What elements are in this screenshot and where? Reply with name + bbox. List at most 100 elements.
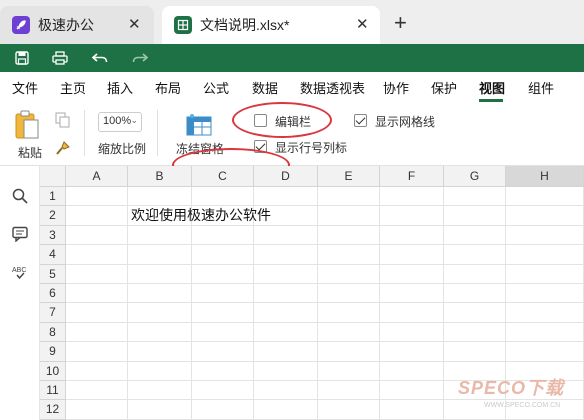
- row-header-1[interactable]: 1: [40, 187, 66, 207]
- paste-icon[interactable]: [14, 110, 40, 140]
- comment-icon[interactable]: [10, 224, 30, 244]
- row-header-11[interactable]: 11: [40, 381, 66, 401]
- cell-d8[interactable]: [254, 322, 318, 343]
- cell-d6[interactable]: [254, 284, 318, 304]
- undo-icon[interactable]: [90, 49, 110, 67]
- close-icon[interactable]: ✕: [356, 15, 369, 33]
- tab-view[interactable]: 视图: [479, 78, 505, 97]
- cell-g2[interactable]: [444, 206, 506, 226]
- cell-d10[interactable]: [254, 361, 318, 381]
- tab-components[interactable]: 组件: [528, 78, 554, 97]
- cell-b7[interactable]: [128, 303, 192, 323]
- cell-f2[interactable]: [380, 206, 444, 226]
- cell-a10[interactable]: [66, 361, 128, 381]
- redo-icon[interactable]: [130, 49, 150, 67]
- cell-e2[interactable]: [318, 206, 380, 226]
- cell-e3[interactable]: [318, 225, 380, 246]
- cell-f7[interactable]: [380, 303, 444, 323]
- cell-c7[interactable]: [192, 303, 254, 323]
- cell-a8[interactable]: [66, 322, 128, 343]
- cell-f4[interactable]: [380, 245, 444, 265]
- cell-b5[interactable]: [128, 264, 192, 284]
- cell-e9[interactable]: [318, 342, 380, 362]
- row-header-12[interactable]: 12: [40, 400, 66, 420]
- column-header-b[interactable]: B: [128, 166, 192, 187]
- tab-pivot-table[interactable]: 数据透视表: [300, 78, 365, 97]
- spellcheck-icon[interactable]: ABC: [10, 262, 30, 282]
- print-icon[interactable]: [50, 49, 70, 67]
- cell-c1[interactable]: [192, 187, 254, 207]
- tab-data[interactable]: 数据: [252, 78, 278, 97]
- new-tab-button[interactable]: +: [394, 12, 407, 34]
- cell-h4[interactable]: [506, 245, 584, 265]
- cell-a7[interactable]: [66, 303, 128, 323]
- gridlines-checkbox[interactable]: [354, 114, 367, 127]
- cell-h5[interactable]: [506, 264, 584, 284]
- column-header-f[interactable]: F: [380, 166, 444, 187]
- cell-d1[interactable]: [254, 187, 318, 207]
- row-header-3[interactable]: 3: [40, 225, 66, 246]
- cell-b6[interactable]: [128, 284, 192, 304]
- row-header-5[interactable]: 5: [40, 264, 66, 284]
- tab-formulas[interactable]: 公式: [203, 78, 229, 97]
- row-header-6[interactable]: 6: [40, 284, 66, 304]
- cell-f3[interactable]: [380, 225, 444, 246]
- tab-protect[interactable]: 保护: [431, 78, 457, 97]
- cell-a3[interactable]: [66, 225, 128, 246]
- cell-f9[interactable]: [380, 342, 444, 362]
- cell-d3[interactable]: [254, 225, 318, 246]
- cell-e11[interactable]: [318, 381, 380, 401]
- copy-icon[interactable]: [55, 112, 71, 128]
- cell-e1[interactable]: [318, 187, 380, 207]
- cell-c12[interactable]: [192, 400, 254, 420]
- cell-f1[interactable]: [380, 187, 444, 207]
- cell-b9[interactable]: [128, 342, 192, 362]
- cell-b11[interactable]: [128, 381, 192, 401]
- cell-e12[interactable]: [318, 400, 380, 420]
- cell-g4[interactable]: [444, 245, 506, 265]
- cell-c11[interactable]: [192, 381, 254, 401]
- tab-layout[interactable]: 布局: [155, 78, 181, 97]
- cell-a2[interactable]: [66, 206, 128, 226]
- save-icon[interactable]: [12, 49, 32, 67]
- column-header-g[interactable]: G: [444, 166, 506, 187]
- cell-d7[interactable]: [254, 303, 318, 323]
- cell-e6[interactable]: [318, 284, 380, 304]
- tab-collaborate[interactable]: 协作: [383, 78, 409, 97]
- cell-c10[interactable]: [192, 361, 254, 381]
- cell-g5[interactable]: [444, 264, 506, 284]
- cell-h2[interactable]: [506, 206, 584, 226]
- tab-home[interactable]: 主页: [60, 78, 86, 97]
- column-header-e[interactable]: E: [318, 166, 380, 187]
- cell-e10[interactable]: [318, 361, 380, 381]
- cell-c3[interactable]: [192, 225, 254, 246]
- cell-b1[interactable]: [128, 187, 192, 207]
- row-header-8[interactable]: 8: [40, 322, 66, 343]
- cell-e8[interactable]: [318, 322, 380, 343]
- cell-a4[interactable]: [66, 245, 128, 265]
- row-header-2[interactable]: 2: [40, 206, 66, 226]
- cell-a12[interactable]: [66, 400, 128, 420]
- zoom-select[interactable]: 100% ⌄: [98, 112, 142, 132]
- cell-g9[interactable]: [444, 342, 506, 362]
- cell-f6[interactable]: [380, 284, 444, 304]
- cell-a1[interactable]: [66, 187, 128, 207]
- cell-g6[interactable]: [444, 284, 506, 304]
- cell-h9[interactable]: [506, 342, 584, 362]
- cell-a5[interactable]: [66, 264, 128, 284]
- cell-e5[interactable]: [318, 264, 380, 284]
- cell-d9[interactable]: [254, 342, 318, 362]
- column-header-h[interactable]: H: [506, 166, 584, 187]
- cell-g8[interactable]: [444, 322, 506, 343]
- column-header-d[interactable]: D: [254, 166, 318, 187]
- cell-c9[interactable]: [192, 342, 254, 362]
- freeze-panes-icon[interactable]: [186, 114, 212, 136]
- select-all-corner[interactable]: [40, 166, 66, 187]
- cell-h3[interactable]: [506, 225, 584, 246]
- tab-file[interactable]: 文件: [12, 78, 38, 97]
- cell-d11[interactable]: [254, 381, 318, 401]
- row-header-7[interactable]: 7: [40, 303, 66, 323]
- tab-document[interactable]: 文档说明.xlsx* ✕: [162, 6, 380, 44]
- cell-f5[interactable]: [380, 264, 444, 284]
- cell-b8[interactable]: [128, 322, 192, 343]
